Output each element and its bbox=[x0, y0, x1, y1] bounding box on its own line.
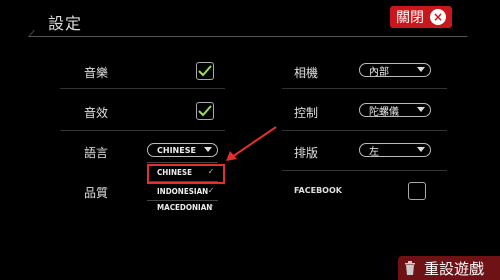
facebook-label: FACEBOOK bbox=[294, 186, 342, 195]
row-divider bbox=[282, 88, 447, 89]
music-checkbox[interactable] bbox=[196, 62, 214, 80]
header-divider bbox=[28, 30, 473, 37]
row-divider bbox=[282, 130, 447, 131]
checkmark-icon bbox=[198, 65, 212, 77]
chevron-down-icon bbox=[417, 107, 425, 112]
option-label: MACEDONIAN bbox=[157, 203, 213, 212]
option-label: INDONESIAN bbox=[157, 186, 209, 196]
chevron-down-icon bbox=[204, 147, 212, 152]
close-icon: × bbox=[430, 9, 446, 25]
language-select[interactable]: CHINESE bbox=[147, 143, 218, 157]
trash-icon bbox=[405, 261, 415, 275]
control-label: 控制 bbox=[294, 106, 319, 120]
layout-select[interactable]: 左 bbox=[359, 143, 431, 158]
control-select-value: 陀螺儀 bbox=[369, 106, 399, 118]
sound-checkbox[interactable] bbox=[196, 102, 214, 120]
language-select-value: CHINESE bbox=[157, 145, 196, 155]
pointer-arrow-icon bbox=[226, 126, 277, 161]
row-divider bbox=[282, 170, 447, 171]
sound-label: 音效 bbox=[84, 106, 109, 120]
language-label: 語言 bbox=[84, 146, 109, 160]
reset-game-button[interactable]: 重設遊戲 bbox=[398, 256, 500, 280]
camera-select[interactable]: 內部 bbox=[359, 63, 431, 78]
reset-game-label: 重設遊戲 bbox=[424, 259, 485, 278]
layout-select-value: 左 bbox=[369, 146, 379, 158]
language-option-macedonian[interactable]: MACEDONIAN ✓ bbox=[147, 200, 218, 212]
layout-label: 排版 bbox=[294, 146, 319, 160]
control-select[interactable]: 陀螺儀 bbox=[359, 103, 431, 118]
chevron-down-icon bbox=[417, 147, 425, 152]
checkmark-icon bbox=[198, 105, 212, 117]
close-button[interactable]: 關閉 × bbox=[390, 6, 452, 28]
quality-label: 品質 bbox=[84, 186, 109, 200]
row-divider bbox=[60, 130, 225, 131]
check-icon: ✓ bbox=[207, 186, 214, 195]
chevron-down-icon bbox=[417, 67, 425, 72]
camera-label: 相機 bbox=[294, 66, 319, 80]
check-icon: ✓ bbox=[207, 203, 214, 212]
music-label: 音樂 bbox=[84, 66, 109, 80]
selection-highlight bbox=[147, 164, 225, 184]
facebook-checkbox[interactable] bbox=[408, 182, 426, 200]
row-divider bbox=[60, 88, 225, 89]
camera-select-value: 內部 bbox=[369, 66, 389, 78]
close-button-label: 關閉 bbox=[396, 10, 424, 26]
